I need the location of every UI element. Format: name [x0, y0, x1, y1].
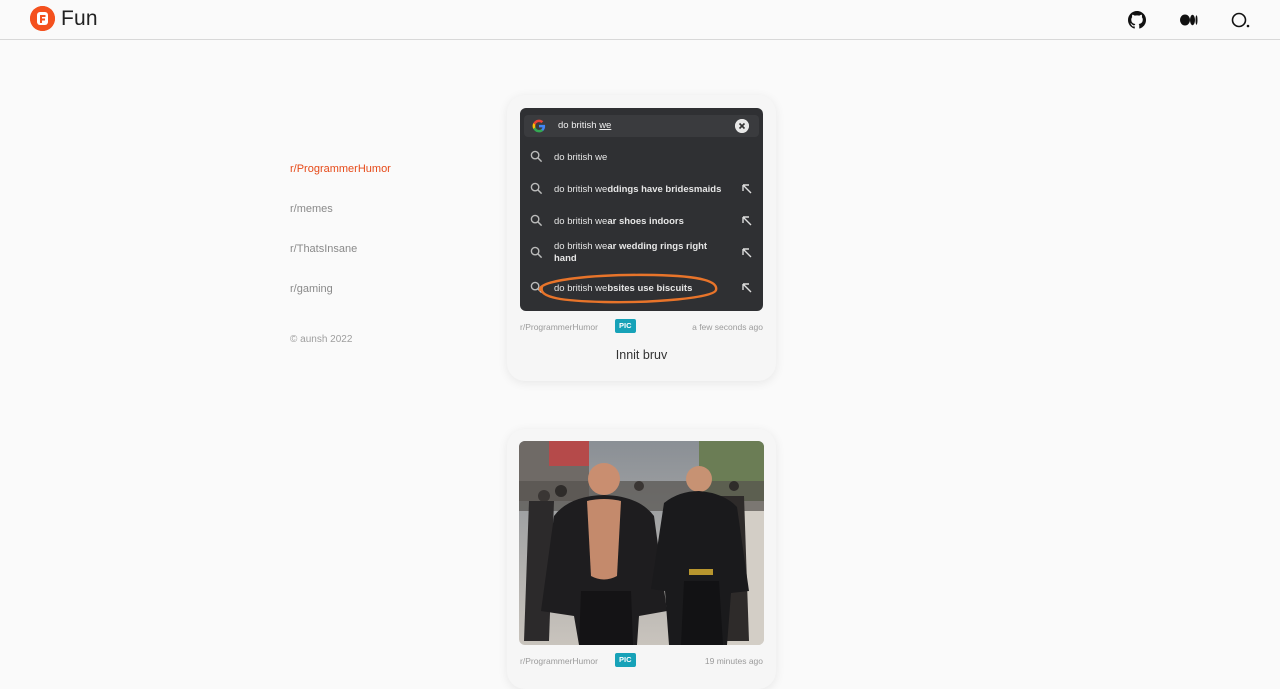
- sidebar-item-gaming[interactable]: r/gaming: [290, 282, 470, 302]
- list-item: do british weddings have bridesmaids: [520, 177, 763, 203]
- post-caption: Innit bruv: [615, 348, 668, 362]
- search-icon: [530, 182, 543, 195]
- list-item: do british wear wedding rings right hand: [520, 236, 763, 270]
- copyright-text: © aunsh 2022: [290, 334, 353, 345]
- post-type-badge: PIC: [615, 653, 636, 667]
- search-icon: [530, 214, 543, 227]
- github-icon[interactable]: [1126, 9, 1148, 31]
- post-subreddit[interactable]: r/ProgrammerHumor: [520, 322, 598, 332]
- brand-name: Fun: [61, 6, 98, 30]
- brand-logo-icon: [30, 6, 55, 31]
- brand-logo[interactable]: Fun: [30, 6, 98, 31]
- subreddit-nav: r/ProgrammerHumor r/memes r/ThatsInsane …: [290, 162, 470, 322]
- arrow-up-left-icon: [742, 216, 752, 226]
- post-meta: r/ProgrammerHumor PIC a few seconds ago: [520, 319, 763, 335]
- arrow-up-left-icon: [742, 248, 752, 258]
- google-icon: [532, 119, 546, 133]
- clear-icon: [735, 119, 749, 133]
- sidebar-item-thatsinsane[interactable]: r/ThatsInsane: [290, 242, 470, 262]
- post-subreddit[interactable]: r/ProgrammerHumor: [520, 656, 598, 666]
- hand-drawn-circle: [538, 273, 718, 304]
- search-icon: [530, 150, 543, 163]
- arrow-up-left-icon: [742, 184, 752, 194]
- medium-icon[interactable]: [1178, 9, 1200, 31]
- post-meta: r/ProgrammerHumor PIC 19 minutes ago: [520, 653, 763, 669]
- post-image[interactable]: [519, 441, 764, 645]
- arrow-up-left-icon: [742, 283, 752, 293]
- post-timestamp: a few seconds ago: [692, 322, 763, 332]
- profile-icon[interactable]: [1230, 9, 1252, 31]
- google-search-bar: do british we: [524, 115, 759, 137]
- sidebar-item-memes[interactable]: r/memes: [290, 202, 470, 222]
- post-card[interactable]: do british we do british we do british w…: [507, 95, 776, 381]
- list-item: do british wear shoes indoors: [520, 209, 763, 235]
- post-card[interactable]: r/ProgrammerHumor PIC 19 minutes ago: [507, 429, 776, 689]
- post-image[interactable]: do british we do british we do british w…: [520, 108, 763, 311]
- post-timestamp: 19 minutes ago: [704, 656, 763, 666]
- post-type-badge: PIC: [615, 319, 636, 333]
- list-item: do british we: [520, 145, 763, 171]
- sidebar-item-programmerhumor[interactable]: r/ProgrammerHumor: [290, 162, 470, 182]
- search-icon: [530, 246, 543, 259]
- search-query: do british we: [558, 120, 612, 131]
- top-header: Fun: [0, 0, 1280, 40]
